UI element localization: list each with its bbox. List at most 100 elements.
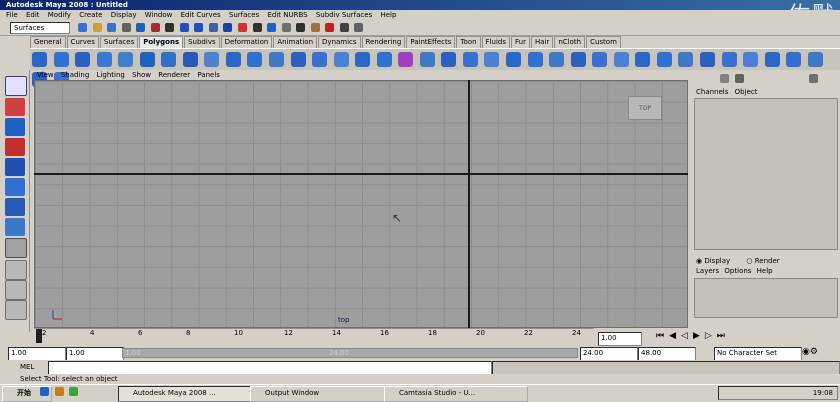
- poly-prism-icon[interactable]: [225, 52, 241, 67]
- harden-edge-icon[interactable]: [807, 52, 823, 67]
- boolean-intersection-icon[interactable]: [376, 52, 392, 67]
- separate-icon[interactable]: [269, 52, 285, 67]
- poke-face-icon[interactable]: [656, 52, 672, 67]
- shelf-tab-toon[interactable]: Toon: [456, 36, 481, 48]
- render-radio-icon[interactable]: ○: [746, 257, 752, 265]
- select-tool-icon[interactable]: [5, 76, 27, 96]
- attribute-editor-icon[interactable]: [734, 74, 744, 83]
- shelf-tab-hair[interactable]: Hair: [530, 36, 554, 48]
- tool-settings-icon[interactable]: [809, 74, 819, 83]
- character-set-dropdown[interactable]: No Character Set: [714, 347, 802, 361]
- menu-display[interactable]: Display: [111, 11, 137, 19]
- select-hierarchy-icon[interactable]: [121, 23, 131, 32]
- view-cube[interactable]: TOP: [628, 96, 662, 120]
- quick-launch-ie-icon[interactable]: [40, 387, 49, 396]
- smooth-icon[interactable]: [312, 52, 328, 67]
- poly-helix-icon[interactable]: [182, 52, 198, 67]
- reverse-normals-icon[interactable]: [764, 52, 780, 67]
- rotate-tool-icon[interactable]: [5, 158, 25, 176]
- viewport-menu-shading[interactable]: Shading: [61, 71, 89, 79]
- shelf-tab-deformation[interactable]: Deformation: [220, 36, 273, 48]
- poly-plane-icon[interactable]: [118, 52, 134, 67]
- shelf-tab-general[interactable]: General: [30, 36, 66, 48]
- poly-soccer-ball-icon[interactable]: [204, 52, 220, 67]
- open-scene-icon[interactable]: [92, 23, 102, 32]
- shelf-tab-fluids[interactable]: Fluids: [481, 36, 510, 48]
- menu-subdiv-surfaces[interactable]: Subdiv Surfaces: [316, 11, 372, 19]
- snap-view-icon[interactable]: [223, 23, 233, 32]
- menu-help[interactable]: Help: [380, 11, 396, 19]
- go-to-end-icon[interactable]: ⏭: [717, 331, 730, 341]
- lasso-input-icon[interactable]: [339, 23, 349, 32]
- move-tool-icon[interactable]: [5, 138, 25, 156]
- manipulator-tool-icon[interactable]: [5, 198, 25, 216]
- fill-hole-icon[interactable]: [484, 52, 500, 67]
- display-radio-icon[interactable]: ◉: [696, 257, 702, 265]
- menu-set-dropdown[interactable]: Surfaces: [10, 22, 70, 34]
- render-settings-icon[interactable]: [296, 23, 306, 32]
- duplicate-face-icon[interactable]: [699, 52, 715, 67]
- delete-edge-icon[interactable]: [635, 52, 651, 67]
- quick-launch-desktop-icon[interactable]: [69, 387, 79, 396]
- play-forwards-icon[interactable]: ▶: [693, 331, 705, 341]
- collapse-icon[interactable]: [613, 52, 629, 67]
- select-component-icon[interactable]: [150, 23, 160, 32]
- hypershade-icon[interactable]: [310, 23, 320, 32]
- clock[interactable]: 19:08: [813, 389, 833, 397]
- snap-point-icon[interactable]: [208, 23, 218, 32]
- poly-cube-icon[interactable]: [53, 52, 69, 67]
- menu-edit-nurbs[interactable]: Edit NURBS: [267, 11, 307, 19]
- shelf-tab-rendering[interactable]: Rendering: [361, 36, 406, 48]
- range-slider[interactable]: 1.00 24.00: [122, 348, 578, 358]
- channel-box-toggle-icon[interactable]: [354, 23, 364, 32]
- current-frame-field[interactable]: 1.00: [598, 332, 642, 346]
- playback-end-field[interactable]: 24.00: [580, 347, 638, 361]
- boolean-union-icon[interactable]: [333, 52, 349, 67]
- channel-box-layout-icon[interactable]: [720, 74, 729, 83]
- go-to-start-icon[interactable]: ⏮: [656, 331, 669, 341]
- viewport-menu-lighting[interactable]: Lighting: [97, 71, 125, 79]
- persp-outliner-icon[interactable]: [5, 300, 27, 320]
- menu-modify[interactable]: Modify: [48, 11, 71, 19]
- scale-tool-icon[interactable]: [5, 178, 25, 196]
- shelf-tab-polygons[interactable]: Polygons: [139, 36, 184, 48]
- snap-curve-icon[interactable]: [194, 23, 204, 32]
- wedge-face-icon[interactable]: [678, 52, 694, 67]
- play-backwards-icon[interactable]: ◁: [681, 331, 693, 341]
- viewport-menu-panels[interactable]: Panels: [197, 71, 220, 79]
- bevel-icon[interactable]: [570, 52, 586, 67]
- poly-pipe-icon[interactable]: [161, 52, 177, 67]
- paint-select-tool-icon[interactable]: [5, 118, 25, 136]
- end-time-field[interactable]: 48.00: [638, 347, 696, 361]
- menu-surfaces[interactable]: Surfaces: [229, 11, 259, 19]
- top-viewport[interactable]: [34, 80, 688, 328]
- channel-box-object[interactable]: Object: [735, 88, 758, 96]
- merge-icon[interactable]: [592, 52, 608, 67]
- extrude-icon[interactable]: [419, 52, 435, 67]
- bridge-icon[interactable]: [441, 52, 457, 67]
- step-back-icon[interactable]: ◀: [669, 331, 681, 341]
- extract-icon[interactable]: [290, 52, 306, 67]
- menu-window[interactable]: Window: [145, 11, 173, 19]
- shelf-tab-subdivs[interactable]: Subdivs: [184, 36, 220, 48]
- boolean-difference-icon[interactable]: [355, 52, 371, 67]
- render-icon[interactable]: [267, 23, 277, 32]
- offset-edge-loop-icon[interactable]: [549, 52, 565, 67]
- combine-icon[interactable]: [247, 52, 263, 67]
- shelf-tab-ncloth[interactable]: nCloth: [554, 36, 586, 48]
- quick-launch-folder-icon[interactable]: [54, 387, 64, 396]
- viewport-menu-renderer[interactable]: Renderer: [158, 71, 190, 79]
- shelf-tab-fur[interactable]: Fur: [510, 36, 530, 48]
- viewport-menu-show[interactable]: Show: [132, 71, 151, 79]
- channel-box[interactable]: [694, 98, 838, 250]
- history-icon[interactable]: [252, 23, 262, 32]
- poly-sphere-icon[interactable]: [32, 52, 47, 67]
- command-line-input[interactable]: [48, 361, 492, 375]
- animation-prefs-icon[interactable]: ⚙: [810, 347, 818, 357]
- poly-torus-icon[interactable]: [139, 52, 155, 67]
- split-polygon-icon[interactable]: [506, 52, 522, 67]
- shelf-tab-surfaces[interactable]: Surfaces: [99, 36, 139, 48]
- select-object-icon[interactable]: [136, 23, 146, 32]
- single-view-icon[interactable]: [5, 260, 27, 280]
- shelf-tab-painteffects[interactable]: PaintEffects: [406, 36, 456, 48]
